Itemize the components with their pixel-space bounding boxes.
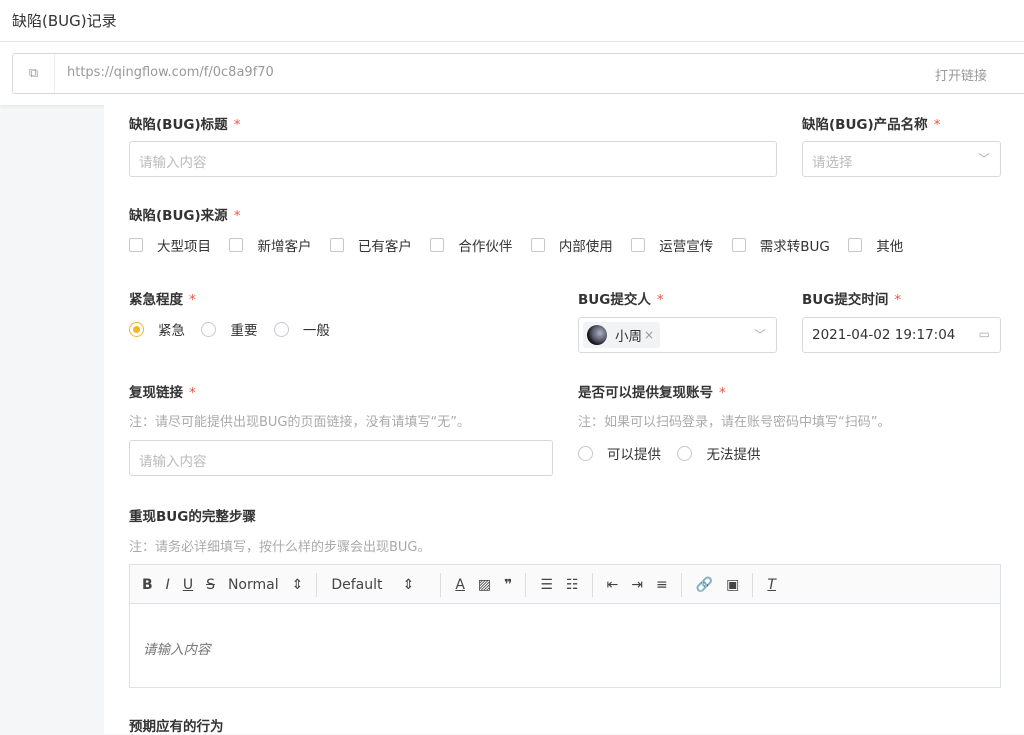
account-label: 是否可以提供复现账号 * [578, 385, 726, 401]
indent-icon[interactable]: ⇥ [631, 577, 643, 593]
checkbox[interactable] [229, 238, 244, 252]
repro-link-input[interactable]: 请输入内容 [129, 440, 553, 476]
urgency-radios: 紧急 重要 一般 [129, 319, 342, 341]
repro-link-hint: 注：请尽可能提供出现BUG的页面链接，没有请填写“无”。 [129, 415, 470, 430]
page-title: 缺陷(BUG)记录 [12, 12, 117, 30]
avatar [587, 325, 607, 345]
urgency-option[interactable]: 紧急 [129, 319, 185, 339]
submitter-select[interactable]: 小周 × ﹀ [578, 317, 777, 353]
italic-icon[interactable]: I [166, 577, 170, 593]
account-radios: 可以提供 无法提供 [578, 443, 772, 465]
radio[interactable] [578, 445, 593, 461]
clear-format-icon[interactable]: T [767, 577, 776, 593]
calendar-icon[interactable]: ▭ [979, 327, 990, 341]
source-option[interactable]: 其他 [848, 235, 903, 255]
image-icon[interactable]: ▣ [726, 577, 739, 593]
blockquote-icon[interactable]: ❞ [504, 577, 512, 593]
source-option[interactable]: 已有客户 [329, 235, 412, 255]
checkbox[interactable] [430, 238, 445, 252]
submit-time-input[interactable]: 2021-04-02 19:17:04 ▭ [802, 317, 1001, 353]
ordered-list-icon[interactable]: ☰ [540, 577, 553, 593]
expected-label: 预期应有的行为 [129, 719, 224, 735]
remove-icon[interactable]: × [644, 328, 654, 342]
urgency-label: 紧急程度 * [129, 292, 196, 308]
steps-hint: 注：请务必详细填写，按什么样的步骤会出现BUG。 [129, 540, 431, 555]
editor-toolbar: B I U S Normal ⇕ Default ⇕ A ▨ ❞ ☰ ☷ ⇤ ⇥ ≡… [129, 564, 1001, 604]
user-name: 小周 [615, 329, 642, 345]
account-hint: 注：如果可以扫码登录，请在账号密码中填写“扫码”。 [578, 415, 891, 430]
copy-icon[interactable]: ⧉ [13, 54, 55, 93]
source-option[interactable]: 需求转BUG [731, 235, 830, 255]
product-label: 缺陷(BUG)产品名称 * [802, 117, 941, 133]
bullet-list-icon[interactable]: ☷ [566, 577, 579, 593]
checkbox[interactable] [129, 238, 143, 252]
header: 缺陷(BUG)记录 [0, 0, 1024, 42]
open-link-button[interactable]: 打开链接 [935, 65, 987, 84]
source-option[interactable]: 大型项目 [129, 235, 211, 255]
form: 缺陷(BUG)标题 * 请输入内容 缺陷(BUG)产品名称 * 请选择 ﹀ 缺陷(BU… [104, 105, 1024, 735]
urgency-option[interactable]: 重要 [201, 319, 257, 339]
checkbox[interactable] [530, 238, 545, 252]
steps-label: 重现BUG的完整步骤 [129, 509, 256, 525]
source-checkboxes: 大型项目 新增客户 已有客户 合作伙伴 内部使用 运营宣传 需求转BUG 其他 [129, 235, 917, 256]
checkbox[interactable] [631, 238, 646, 252]
chevron-down-icon: ﹀ [753, 328, 766, 342]
outdent-icon[interactable]: ⇤ [607, 577, 619, 593]
radio[interactable] [273, 321, 289, 337]
editor-placeholder: 请输入内容 [143, 642, 211, 658]
source-option[interactable]: 合作伙伴 [430, 235, 512, 255]
submitter-label: BUG提交人 * [578, 292, 664, 308]
source-option[interactable]: 运营宣传 [631, 235, 713, 255]
font-color-icon[interactable]: A [455, 577, 465, 593]
link-icon[interactable]: 🔗 [696, 577, 713, 593]
repro-link-label: 复现链接 * [129, 385, 196, 401]
source-option[interactable]: 新增客户 [229, 235, 311, 255]
product-select[interactable]: 请选择 ﹀ [802, 141, 1001, 177]
radio[interactable] [677, 445, 693, 461]
underline-icon[interactable]: U [183, 577, 193, 593]
bold-icon[interactable]: B [142, 577, 153, 593]
urgency-option[interactable]: 一般 [273, 319, 330, 339]
strikethrough-icon[interactable]: S [206, 577, 215, 593]
header-select[interactable]: Normal ⇕ [228, 577, 303, 593]
radio-checked[interactable] [129, 321, 144, 337]
align-icon[interactable]: ≡ [656, 577, 668, 593]
user-tag: 小周 × [583, 322, 661, 348]
share-link-bar: ⧉ https://qingflow.com/f/0c8a9f70 打开链接 [12, 53, 1024, 94]
chevron-down-icon: ﹀ [977, 152, 990, 166]
font-select[interactable]: Default ⇕ [331, 577, 427, 593]
radio[interactable] [201, 321, 217, 337]
bug-title-input[interactable]: 请输入内容 [129, 141, 777, 177]
bug-title-label: 缺陷(BUG)标题 * [129, 117, 241, 133]
checkbox[interactable] [329, 238, 344, 252]
source-label: 缺陷(BUG)来源 * [129, 208, 241, 224]
checkbox[interactable] [731, 238, 746, 252]
background-color-icon[interactable]: ▨ [478, 577, 491, 593]
account-option[interactable]: 可以提供 [578, 443, 661, 463]
link-url[interactable]: https://qingflow.com/f/0c8a9f70 [67, 65, 274, 80]
account-option[interactable]: 无法提供 [677, 443, 760, 463]
source-option[interactable]: 内部使用 [530, 235, 613, 255]
steps-editor[interactable]: 请输入内容 [129, 603, 1001, 688]
submit-time-label: BUG提交时间 * [802, 292, 902, 308]
checkbox[interactable] [848, 238, 863, 252]
